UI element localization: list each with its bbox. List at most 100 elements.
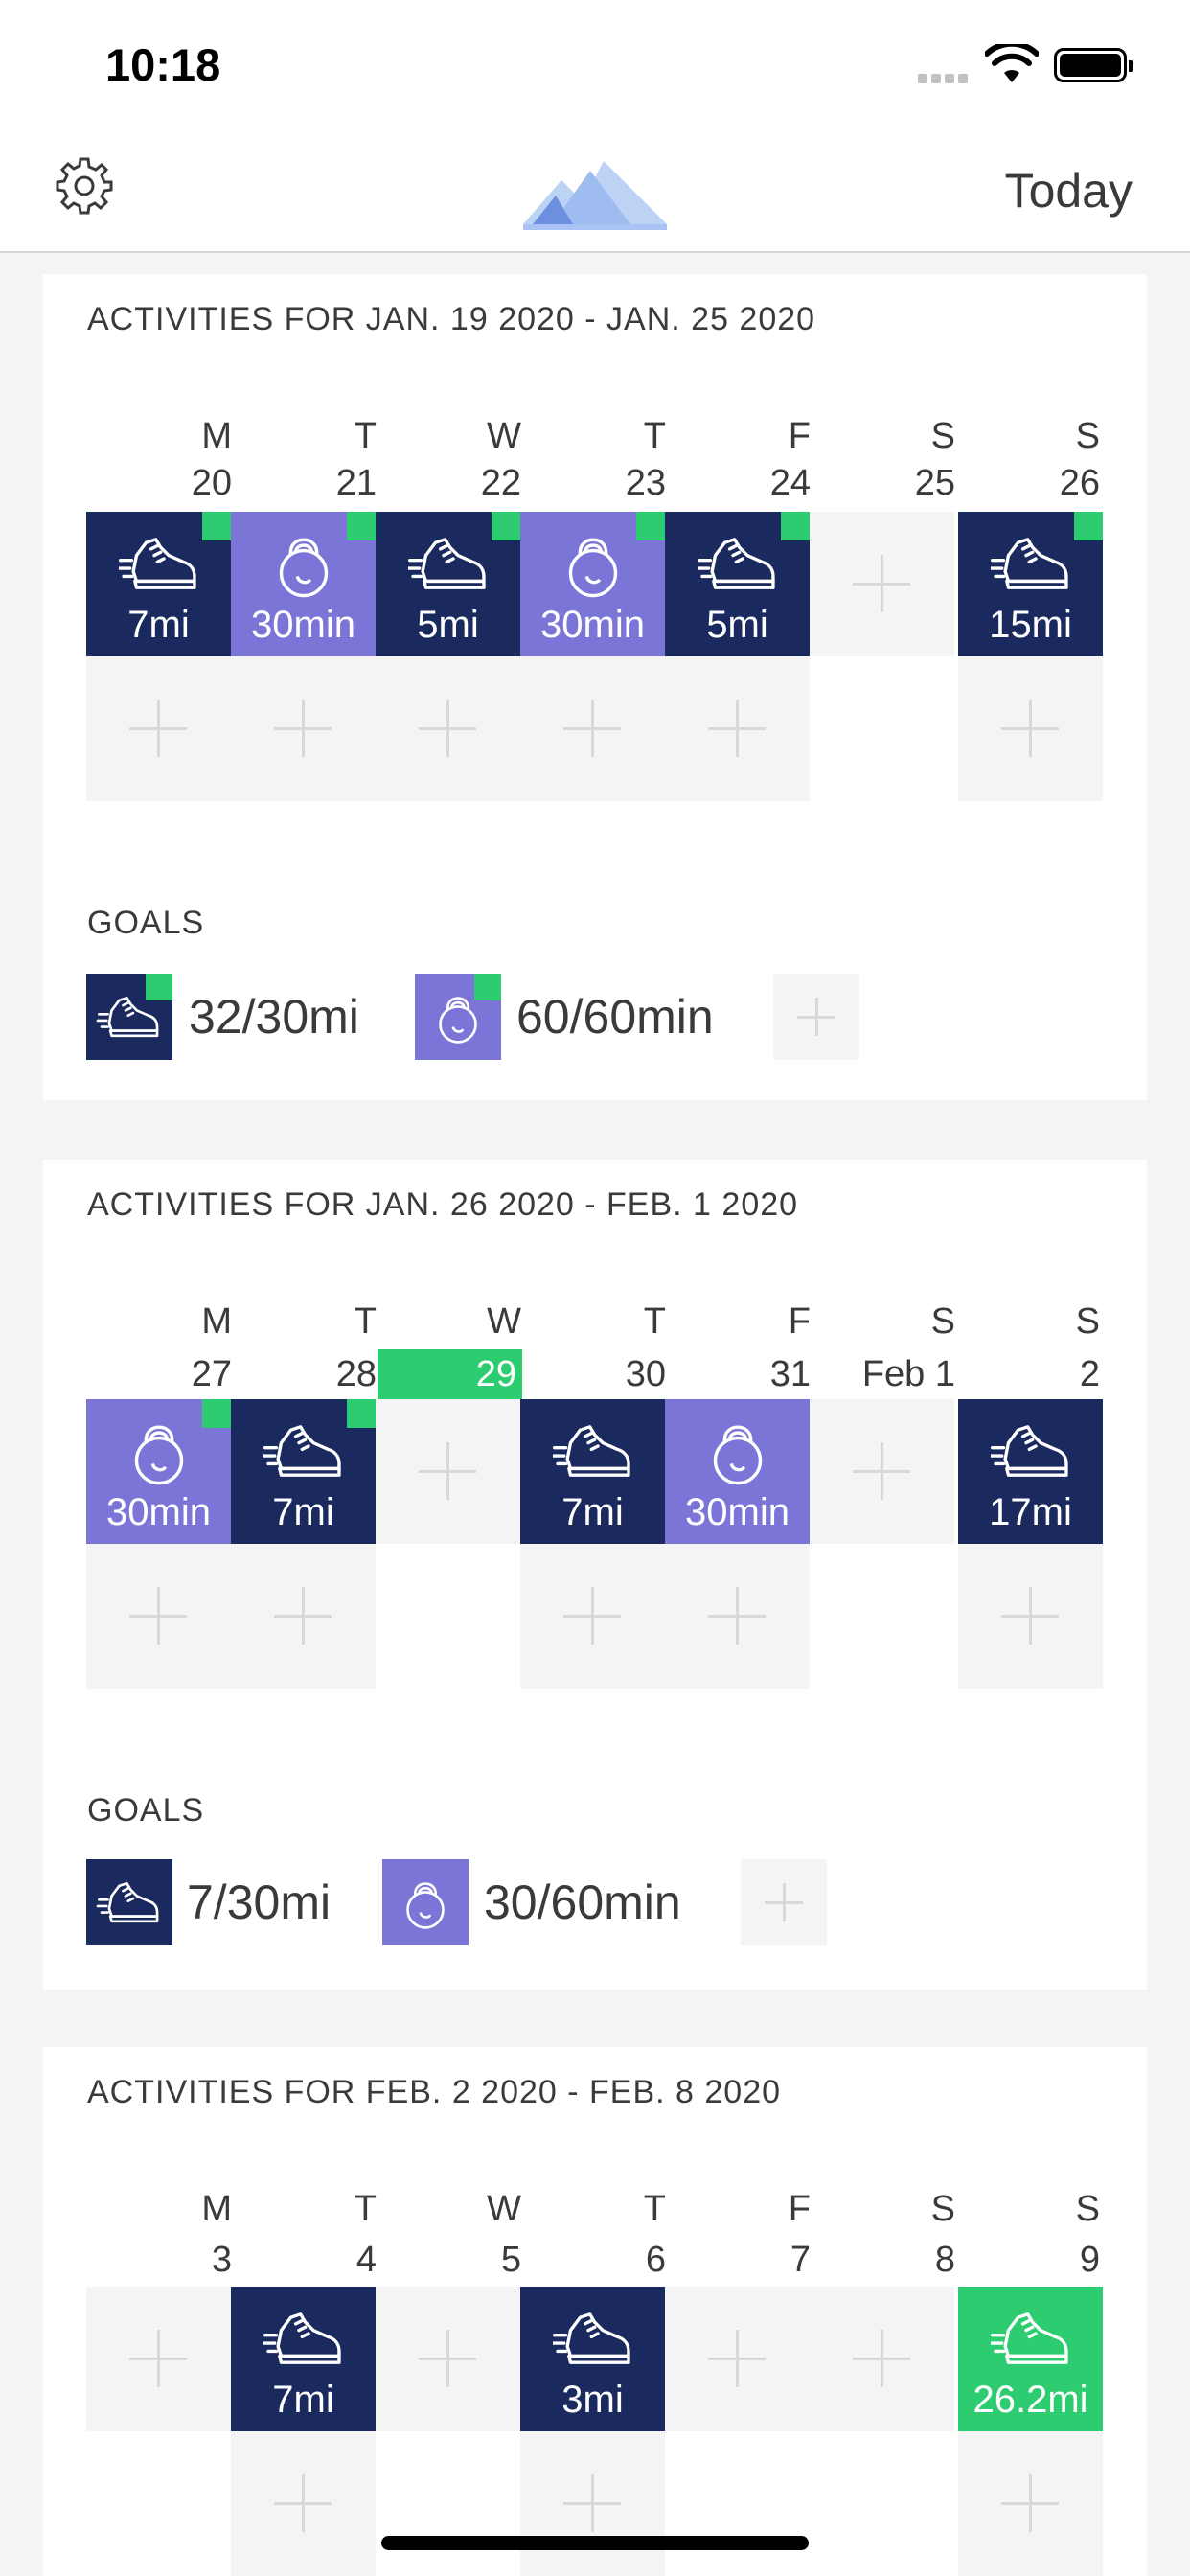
add-activity-button[interactable] [665, 656, 810, 801]
activity-tile[interactable]: 30min [520, 512, 665, 656]
add-activity-button[interactable] [231, 656, 376, 801]
activity-label: 30min [540, 604, 645, 646]
add-goal-button[interactable] [773, 974, 859, 1060]
goal-icon-tile[interactable] [382, 1859, 469, 1945]
activity-tile[interactable]: 7mi [86, 512, 231, 656]
activity-tile[interactable]: 7mi [231, 2287, 376, 2431]
add-activity-button[interactable] [958, 2431, 1103, 2576]
add-activity-button[interactable] [665, 2287, 810, 2431]
goal-met-flag [474, 974, 501, 1000]
activity-tile[interactable]: 30min [231, 512, 376, 656]
activity-tile[interactable]: 5mi [665, 512, 810, 656]
activity-tile[interactable]: 7mi [520, 1399, 665, 1544]
goal-met-flag [347, 512, 376, 540]
add-activity-button[interactable] [376, 2287, 520, 2431]
add-activity-button[interactable] [231, 1544, 376, 1689]
day-of-week: T [354, 416, 377, 456]
running-shoe-icon [263, 1411, 344, 1491]
day-of-week: F [788, 416, 811, 456]
day-of-week: W [487, 2189, 521, 2229]
day-of-week: F [788, 1301, 811, 1342]
add-activity-button[interactable] [376, 1399, 520, 1544]
activity-label: 30min [251, 604, 355, 646]
add-activity-button[interactable] [810, 1399, 954, 1544]
week-card: ACTIVITIES FOR JAN. 19 2020 - JAN. 25 20… [43, 274, 1147, 1100]
today-button[interactable]: Today [1005, 163, 1133, 218]
goal-icon-tile[interactable] [415, 974, 501, 1060]
day-number: 31 [769, 1354, 811, 1394]
day-of-week: M [201, 2189, 232, 2229]
day-of-week: T [643, 1301, 666, 1342]
day-number: 27 [191, 1354, 232, 1394]
week-card: ACTIVITIES FOR JAN. 26 2020 - FEB. 1 202… [43, 1160, 1147, 1990]
battery-icon [1054, 48, 1133, 82]
day-of-week: S [1075, 2189, 1100, 2229]
day-number: 4 [355, 2240, 377, 2280]
activity-tile[interactable]: 30min [665, 1399, 810, 1544]
day-number: 24 [769, 463, 811, 503]
day-number: 7 [790, 2240, 811, 2280]
goal-icon-tile[interactable] [86, 1859, 172, 1945]
activity-tile[interactable]: 30min [86, 1399, 231, 1544]
running-shoe-icon [553, 2298, 633, 2379]
activity-label: 7mi [561, 1491, 624, 1533]
activity-label: 7mi [127, 604, 190, 646]
kettlebell-icon [698, 1411, 778, 1491]
goal-icon-tile[interactable] [86, 974, 172, 1060]
add-activity-button[interactable] [520, 1544, 665, 1689]
day-number: 22 [480, 463, 521, 503]
activity-tile[interactable]: 17mi [958, 1399, 1103, 1544]
today-day-number: 29 [378, 1349, 522, 1399]
add-activity-button[interactable] [958, 656, 1103, 801]
activity-tile[interactable]: 15mi [958, 512, 1103, 656]
activity-tile[interactable]: 26.2mi [958, 2287, 1103, 2431]
add-activity-button[interactable] [86, 1544, 231, 1689]
day-number: 26 [1059, 463, 1100, 503]
day-of-week: T [354, 2189, 377, 2229]
nav-bar: Today [0, 126, 1190, 253]
activity-tile[interactable]: 3mi [520, 2287, 665, 2431]
day-number: 20 [191, 463, 232, 503]
goal-met-flag [202, 1399, 231, 1428]
add-activity-button[interactable] [958, 1544, 1103, 1689]
running-shoe-icon [698, 523, 778, 604]
day-number: Feb 1 [861, 1354, 955, 1394]
kettlebell-icon [392, 1871, 459, 1934]
day-of-week: T [354, 1301, 377, 1342]
day-number: 3 [211, 2240, 232, 2280]
goal-met-flag [781, 512, 810, 540]
goal-met-flag [492, 512, 520, 540]
add-activity-button[interactable] [86, 2287, 231, 2431]
add-activity-button[interactable] [376, 656, 520, 801]
add-activity-button[interactable] [810, 2287, 954, 2431]
day-of-week: W [487, 1301, 521, 1342]
status-time: 10:18 [105, 39, 221, 90]
activity-tile[interactable]: 7mi [231, 1399, 376, 1544]
add-goal-button[interactable] [741, 1859, 827, 1945]
running-shoe-icon [408, 523, 489, 604]
activity-label: 17mi [989, 1491, 1072, 1533]
running-shoe-icon [991, 2298, 1071, 2379]
goal-progress: 30/60min [484, 1875, 681, 1929]
day-of-week: S [930, 1301, 955, 1342]
day-of-week: T [643, 416, 666, 456]
add-activity-button[interactable] [520, 2431, 665, 2576]
day-number: 28 [335, 1354, 377, 1394]
add-activity-button[interactable] [665, 1544, 810, 1689]
goal-progress: 7/30mi [187, 1875, 332, 1929]
add-activity-button[interactable] [86, 656, 231, 801]
goal-met-flag [1074, 512, 1103, 540]
day-of-week: F [788, 2189, 811, 2229]
wifi-icon [985, 44, 1039, 82]
activity-tile[interactable]: 5mi [376, 512, 520, 656]
activity-label: 30min [106, 1491, 211, 1533]
activity-label: 26.2mi [973, 2379, 1088, 2421]
kettlebell-icon [263, 523, 344, 604]
gear-icon[interactable] [54, 155, 115, 217]
day-of-week: M [201, 1301, 232, 1342]
add-activity-button[interactable] [520, 656, 665, 801]
add-activity-button[interactable] [810, 512, 954, 656]
running-shoe-icon [119, 523, 199, 604]
add-activity-button[interactable] [231, 2431, 376, 2576]
home-indicator[interactable] [381, 2536, 809, 2550]
